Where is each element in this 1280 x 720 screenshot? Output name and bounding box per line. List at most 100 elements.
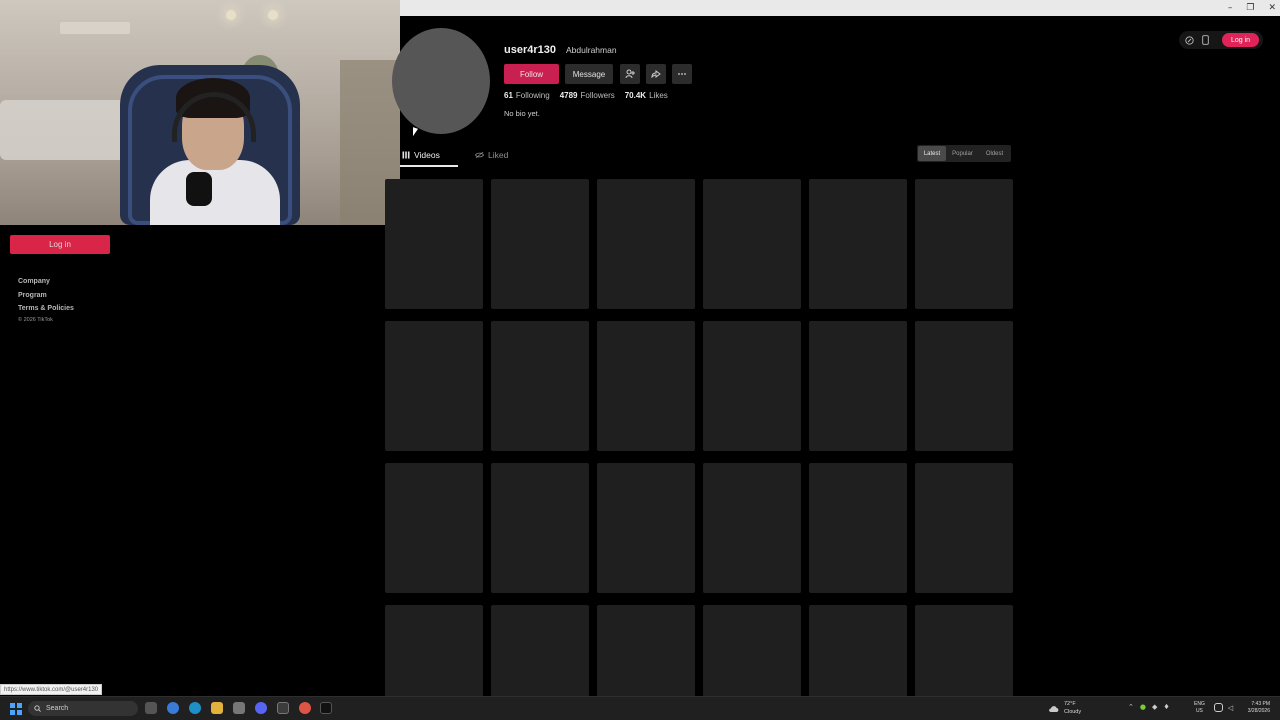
video-placeholder[interactable] <box>809 463 907 593</box>
likes-label: Likes <box>649 91 668 100</box>
webcam-shelf <box>60 22 130 34</box>
discord-app-icon[interactable] <box>255 702 267 714</box>
followers-stat[interactable]: 4789 Followers <box>560 91 615 100</box>
webcam-bed <box>0 100 130 160</box>
webcam-microphone <box>186 172 212 206</box>
header-get-app-button[interactable] <box>1198 33 1212 47</box>
footer-link-company[interactable]: Company <box>18 275 74 289</box>
eye-slash-icon <box>475 151 484 159</box>
video-placeholder[interactable] <box>597 463 695 593</box>
sort-latest[interactable]: Latest <box>918 146 946 161</box>
video-placeholder[interactable] <box>809 179 907 309</box>
mouse-cursor-icon <box>413 127 418 138</box>
taskbar-search-box[interactable]: Search <box>28 701 138 716</box>
tab-liked[interactable]: Liked <box>475 150 508 160</box>
video-placeholder[interactable] <box>809 321 907 451</box>
video-placeholder[interactable] <box>597 605 695 697</box>
system-tray: ⌃ ● ◆ ♦ <box>1128 703 1170 711</box>
lang-top: ENG <box>1194 701 1205 707</box>
webcam-lamp-left <box>226 10 236 20</box>
message-button[interactable]: Message <box>565 64 613 84</box>
video-placeholder[interactable] <box>915 463 1013 593</box>
profile-display-name: Abdulrahman <box>566 45 617 55</box>
footer-link-terms[interactable]: Terms & Policies <box>18 302 74 316</box>
followers-label: Followers <box>580 91 615 100</box>
windows-start-icon[interactable] <box>10 703 22 715</box>
followers-count: 4789 <box>559 91 578 100</box>
task-view-icon[interactable] <box>145 702 157 714</box>
header-messages-button[interactable] <box>1182 33 1196 47</box>
video-placeholder[interactable] <box>703 179 801 309</box>
tray-app-icon[interactable]: ● <box>1140 703 1146 711</box>
video-placeholder[interactable] <box>385 605 483 697</box>
footer-link-program[interactable]: Program <box>18 289 74 303</box>
following-label: Following <box>515 91 550 100</box>
more-options-button[interactable] <box>672 64 692 84</box>
cloud-icon <box>1049 705 1059 712</box>
taskbar-weather[interactable]: 72°F Cloudy <box>1048 700 1081 716</box>
chrome-app-icon[interactable] <box>167 702 179 714</box>
tiktok-app-icon[interactable] <box>320 702 332 714</box>
edge-app-icon[interactable] <box>189 702 201 714</box>
webcam-overlay <box>0 0 400 225</box>
taskbar-clock[interactable]: 7:43 PM 3/28/2026 <box>1240 701 1270 715</box>
video-placeholder[interactable] <box>491 463 589 593</box>
follow-button[interactable]: Follow <box>504 64 559 84</box>
app-icon[interactable] <box>277 702 289 714</box>
video-placeholder[interactable] <box>703 321 801 451</box>
store-app-icon[interactable] <box>233 702 245 714</box>
share-button[interactable] <box>646 64 666 84</box>
tab-videos[interactable]: Videos <box>402 150 440 160</box>
taskbar-language[interactable]: ENG US <box>1194 701 1205 715</box>
profile-stats: 61 Following 4789 Followers 70.4K Likes <box>504 91 668 100</box>
video-placeholder[interactable] <box>491 321 589 451</box>
tray-chevron-up-icon[interactable]: ⌃ <box>1128 703 1134 711</box>
video-placeholder[interactable] <box>385 179 483 309</box>
video-placeholder[interactable] <box>915 321 1013 451</box>
video-placeholder[interactable] <box>703 605 801 697</box>
more-icon <box>678 73 686 75</box>
restore-window-button[interactable]: ❐ <box>1246 3 1254 13</box>
volume-icon[interactable]: ◁ <box>1226 703 1235 712</box>
phone-icon <box>1201 35 1209 45</box>
clock-date: 3/28/2026 <box>1247 708 1270 714</box>
video-grid <box>385 179 1015 697</box>
video-placeholder[interactable] <box>597 179 695 309</box>
video-placeholder[interactable] <box>491 605 589 697</box>
monitor-icon[interactable] <box>1214 703 1223 712</box>
add-friend-button[interactable] <box>620 64 640 84</box>
tray-network-icon[interactable]: ◆ <box>1152 703 1157 711</box>
video-placeholder[interactable] <box>385 463 483 593</box>
obs-app-icon[interactable] <box>299 702 311 714</box>
video-placeholder[interactable] <box>385 321 483 451</box>
file-explorer-icon[interactable] <box>211 702 223 714</box>
footer-copyright: © 2026 TikTok <box>18 316 53 323</box>
header-login-button[interactable]: Log in <box>1222 33 1259 47</box>
grid-icon <box>402 151 410 159</box>
sort-oldest[interactable]: Oldest <box>979 146 1010 161</box>
video-placeholder[interactable] <box>809 605 907 697</box>
video-placeholder[interactable] <box>491 179 589 309</box>
sort-toggle: Latest Popular Oldest <box>917 145 1011 162</box>
tray-mic-icon[interactable]: ♦ <box>1163 703 1169 711</box>
sort-popular[interactable]: Popular <box>947 146 978 161</box>
video-placeholder[interactable] <box>915 179 1013 309</box>
sidebar-login-button[interactable]: Log in <box>10 235 110 254</box>
video-placeholder[interactable] <box>915 605 1013 697</box>
link-status-url: https://www.tiktok.com/@user4r130 <box>0 684 103 695</box>
add-friend-icon <box>625 69 635 79</box>
following-stat[interactable]: 61 Following <box>504 91 550 100</box>
profile-avatar[interactable] <box>392 28 490 134</box>
video-placeholder[interactable] <box>597 321 695 451</box>
close-window-button[interactable]: ✕ <box>1268 3 1276 13</box>
minimize-window-button[interactable]: – <box>1228 3 1233 13</box>
webcam-lamp-right <box>268 10 278 20</box>
profile-username: user4r130 <box>504 44 556 56</box>
browser-title-bar: – ❐ ✕ <box>400 0 1280 16</box>
send-icon <box>1184 35 1194 45</box>
tab-liked-label: Liked <box>488 150 509 160</box>
tab-videos-label: Videos <box>414 150 440 160</box>
video-placeholder[interactable] <box>703 463 801 593</box>
likes-count: 70.4K <box>624 91 647 100</box>
sidebar-footer: Company Program Terms & Policies © 2026 … <box>18 275 74 323</box>
